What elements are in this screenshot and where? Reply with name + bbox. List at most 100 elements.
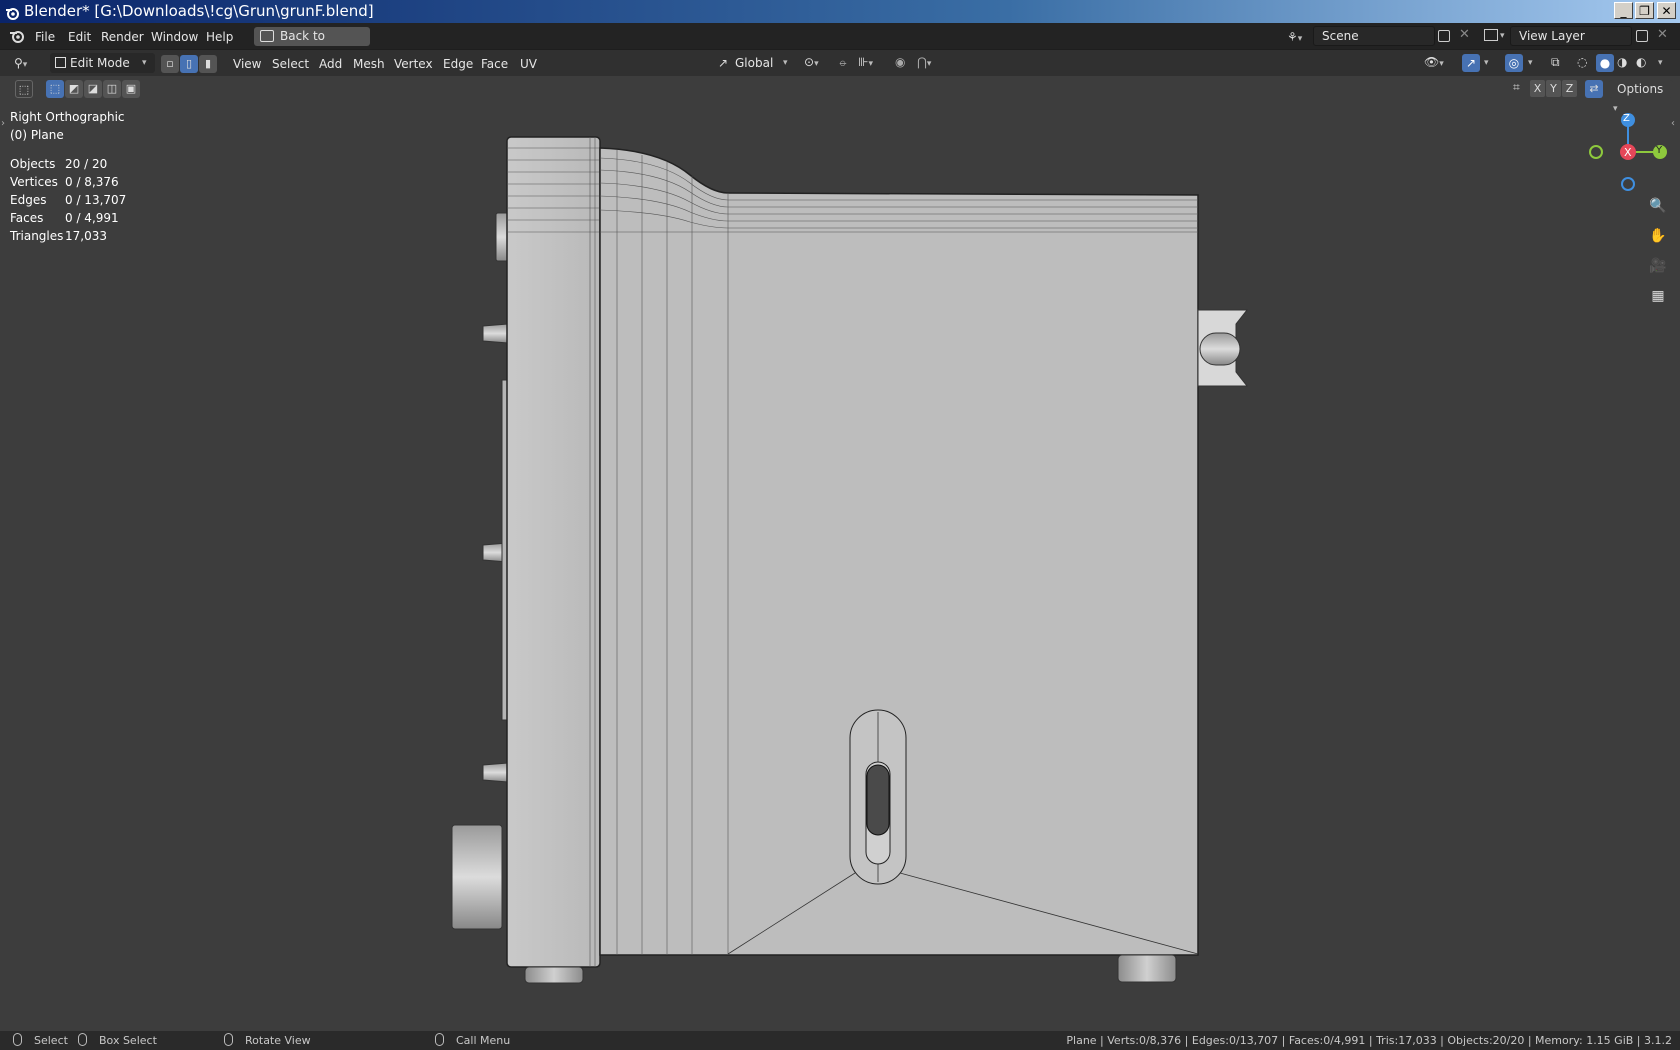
mirror-y-toggle[interactable]: Y (1546, 80, 1561, 97)
status-bar: Select Box Select Rotate View Call Menu … (0, 1031, 1680, 1050)
menu-uv[interactable]: UV (520, 55, 537, 73)
maximize-button[interactable]: ❐ (1635, 2, 1654, 19)
pan-view-hand-icon[interactable]: ✋ (1645, 223, 1671, 249)
view-layer-dropdown-icon[interactable]: ▾ (1500, 31, 1505, 41)
proportional-editing-icon[interactable]: ◉ (895, 55, 905, 69)
edit-mode-icon (55, 57, 66, 68)
menu-select[interactable]: Select (272, 55, 309, 73)
active-tool-icon[interactable]: ⬚ (15, 80, 33, 98)
vertex-select-mode-icon[interactable]: ▫ (161, 55, 179, 73)
camera-view-icon[interactable]: 🎥 (1645, 253, 1671, 279)
blender-logo-icon (5, 4, 19, 20)
pivot-point-icon[interactable]: ⊙▾ (804, 55, 819, 69)
front-panel (506, 136, 601, 968)
select-subtract-icon[interactable]: ◪ (84, 80, 102, 98)
new-scene-icon[interactable] (1438, 30, 1450, 42)
snap-toggle-icon[interactable]: ⦵ (838, 55, 848, 70)
status-scene-info: Plane | Verts:0/8,376 | Edges:0/13,707 |… (1066, 1034, 1672, 1047)
options-dropdown[interactable]: Options ▾ (1609, 80, 1673, 114)
gizmo-toggle-icon[interactable]: ↗ (1462, 54, 1480, 72)
mirror-axes-icon: ⌗ (1513, 80, 1520, 94)
scene-name-field[interactable]: Scene (1313, 26, 1435, 46)
menu-vertex[interactable]: Vertex (394, 55, 433, 73)
close-button[interactable]: ✕ (1657, 2, 1676, 19)
perspective-grid-icon[interactable]: ▦ (1645, 283, 1671, 309)
menu-window[interactable]: Window (151, 28, 198, 46)
lever-handle (866, 764, 890, 836)
menu-mesh[interactable]: Mesh (353, 55, 385, 73)
window-title-bar: Blender* [G:\Downloads\!cg\Grun\grunF.bl… (0, 0, 1680, 23)
select-extend-icon[interactable]: ◩ (65, 80, 83, 98)
menu-add[interactable]: Add (319, 55, 342, 73)
visibility-icon[interactable]: 👁▾ (1424, 55, 1444, 69)
window-title: Blender* [G:\Downloads\!cg\Grun\grunF.bl… (24, 2, 374, 20)
menu-face[interactable]: Face (481, 55, 508, 73)
menu-help[interactable]: Help (206, 28, 233, 46)
xray-toggle-icon[interactable]: ⧉ (1551, 55, 1560, 70)
mirror-z-toggle[interactable]: Z (1562, 80, 1577, 97)
select-new-icon[interactable]: ⬚ (46, 80, 64, 98)
foot-left (524, 966, 584, 984)
options-label: Options (1617, 82, 1664, 96)
select-intersect-icon[interactable]: ▣ (122, 80, 140, 98)
back-to-previous-button[interactable]: Back to Previous (254, 27, 370, 62)
shading-rendered-icon[interactable]: ◐ (1636, 55, 1646, 69)
edge-select-mode-icon[interactable]: ▯ (180, 55, 198, 73)
overlays-dropdown-icon[interactable]: ▾ (1528, 58, 1533, 68)
transform-orientation-selector[interactable]: ↗ Global ▾ (715, 53, 793, 73)
menu-file[interactable]: File (35, 28, 55, 46)
view-layer-name: View Layer (1519, 29, 1585, 43)
shading-wireframe-icon[interactable]: ◌ (1577, 55, 1587, 69)
view-layer-name-field[interactable]: View Layer (1510, 26, 1632, 46)
mode-label: Edit Mode (70, 56, 130, 70)
status-rotate-view: Rotate View (245, 1034, 311, 1047)
status-call-menu: Call Menu (456, 1034, 511, 1047)
tab-1 (482, 323, 509, 344)
shading-material-icon[interactable]: ◑ (1617, 55, 1627, 69)
select-invert-icon[interactable]: ◫ (103, 80, 121, 98)
menu-render[interactable]: Render (101, 28, 144, 46)
shading-solid-icon[interactable]: ● (1596, 54, 1614, 72)
mesh-viewport-drawing[interactable] (0, 102, 1680, 1031)
minimize-button[interactable]: _ (1614, 2, 1633, 19)
top-menu-bar: File Edit Render Window Help Back to Pre… (0, 23, 1680, 62)
new-view-layer-icon[interactable] (1636, 30, 1648, 42)
delete-view-layer-icon[interactable]: ✕ (1657, 27, 1668, 42)
orientation-dropdown-icon: ▾ (783, 58, 788, 68)
zoom-view-icon[interactable]: 🔍 (1645, 193, 1671, 219)
menu-edge[interactable]: Edge (443, 55, 473, 73)
mouse-right-icon (435, 1033, 444, 1046)
connector-barrel (1199, 332, 1241, 366)
screen-icon (260, 30, 274, 42)
scene-icon[interactable]: ⚘▾ (1287, 27, 1311, 47)
gizmo-y-label: Y (1656, 145, 1663, 156)
viewport-header: ⚲▾ Edit Mode ▾ ▫ ▯ ▮ View Select Add Mes… (0, 49, 1680, 76)
knob-large (451, 824, 503, 930)
snap-element-icon[interactable]: ⊪▾ (858, 55, 873, 69)
tab-3 (482, 762, 509, 783)
tool-settings-row: ⬚ ⬚ ◩ ◪ ◫ ▣ ⌗ X Y Z ⇄ Options ▾ (0, 76, 1680, 114)
transform-orientation-label: Global (735, 56, 774, 70)
status-box-select: Box Select (99, 1034, 157, 1047)
gizmo-x-label: X (1624, 146, 1632, 159)
tab-top (495, 212, 509, 262)
blender-menu-icon[interactable] (9, 28, 25, 44)
view-layer-icon[interactable] (1484, 29, 1498, 41)
gizmo-dropdown-icon[interactable]: ▾ (1484, 58, 1489, 68)
menu-view[interactable]: View (233, 55, 261, 73)
status-select: Select (34, 1034, 68, 1047)
editor-type-icon[interactable]: ⚲▾ (14, 54, 44, 72)
mode-selector[interactable]: Edit Mode ▾ (50, 53, 155, 73)
mirror-x-toggle[interactable]: X (1530, 80, 1545, 97)
overlays-toggle-icon[interactable]: ◎ (1505, 54, 1523, 72)
delete-scene-icon[interactable]: ✕ (1459, 27, 1470, 42)
orientation-icon: ↗ (718, 56, 729, 70)
scene-name: Scene (1322, 29, 1359, 43)
menu-edit[interactable]: Edit (68, 28, 91, 46)
auto-merge-icon[interactable]: ⇄ (1585, 80, 1603, 98)
mouse-middle-icon (224, 1033, 233, 1046)
face-select-mode-icon[interactable]: ▮ (199, 55, 217, 73)
shading-dropdown-icon[interactable]: ▾ (1658, 58, 1663, 68)
gizmo-neg-z-axis (1621, 177, 1635, 191)
proportional-falloff-icon[interactable]: ⋂▾ (917, 55, 931, 69)
